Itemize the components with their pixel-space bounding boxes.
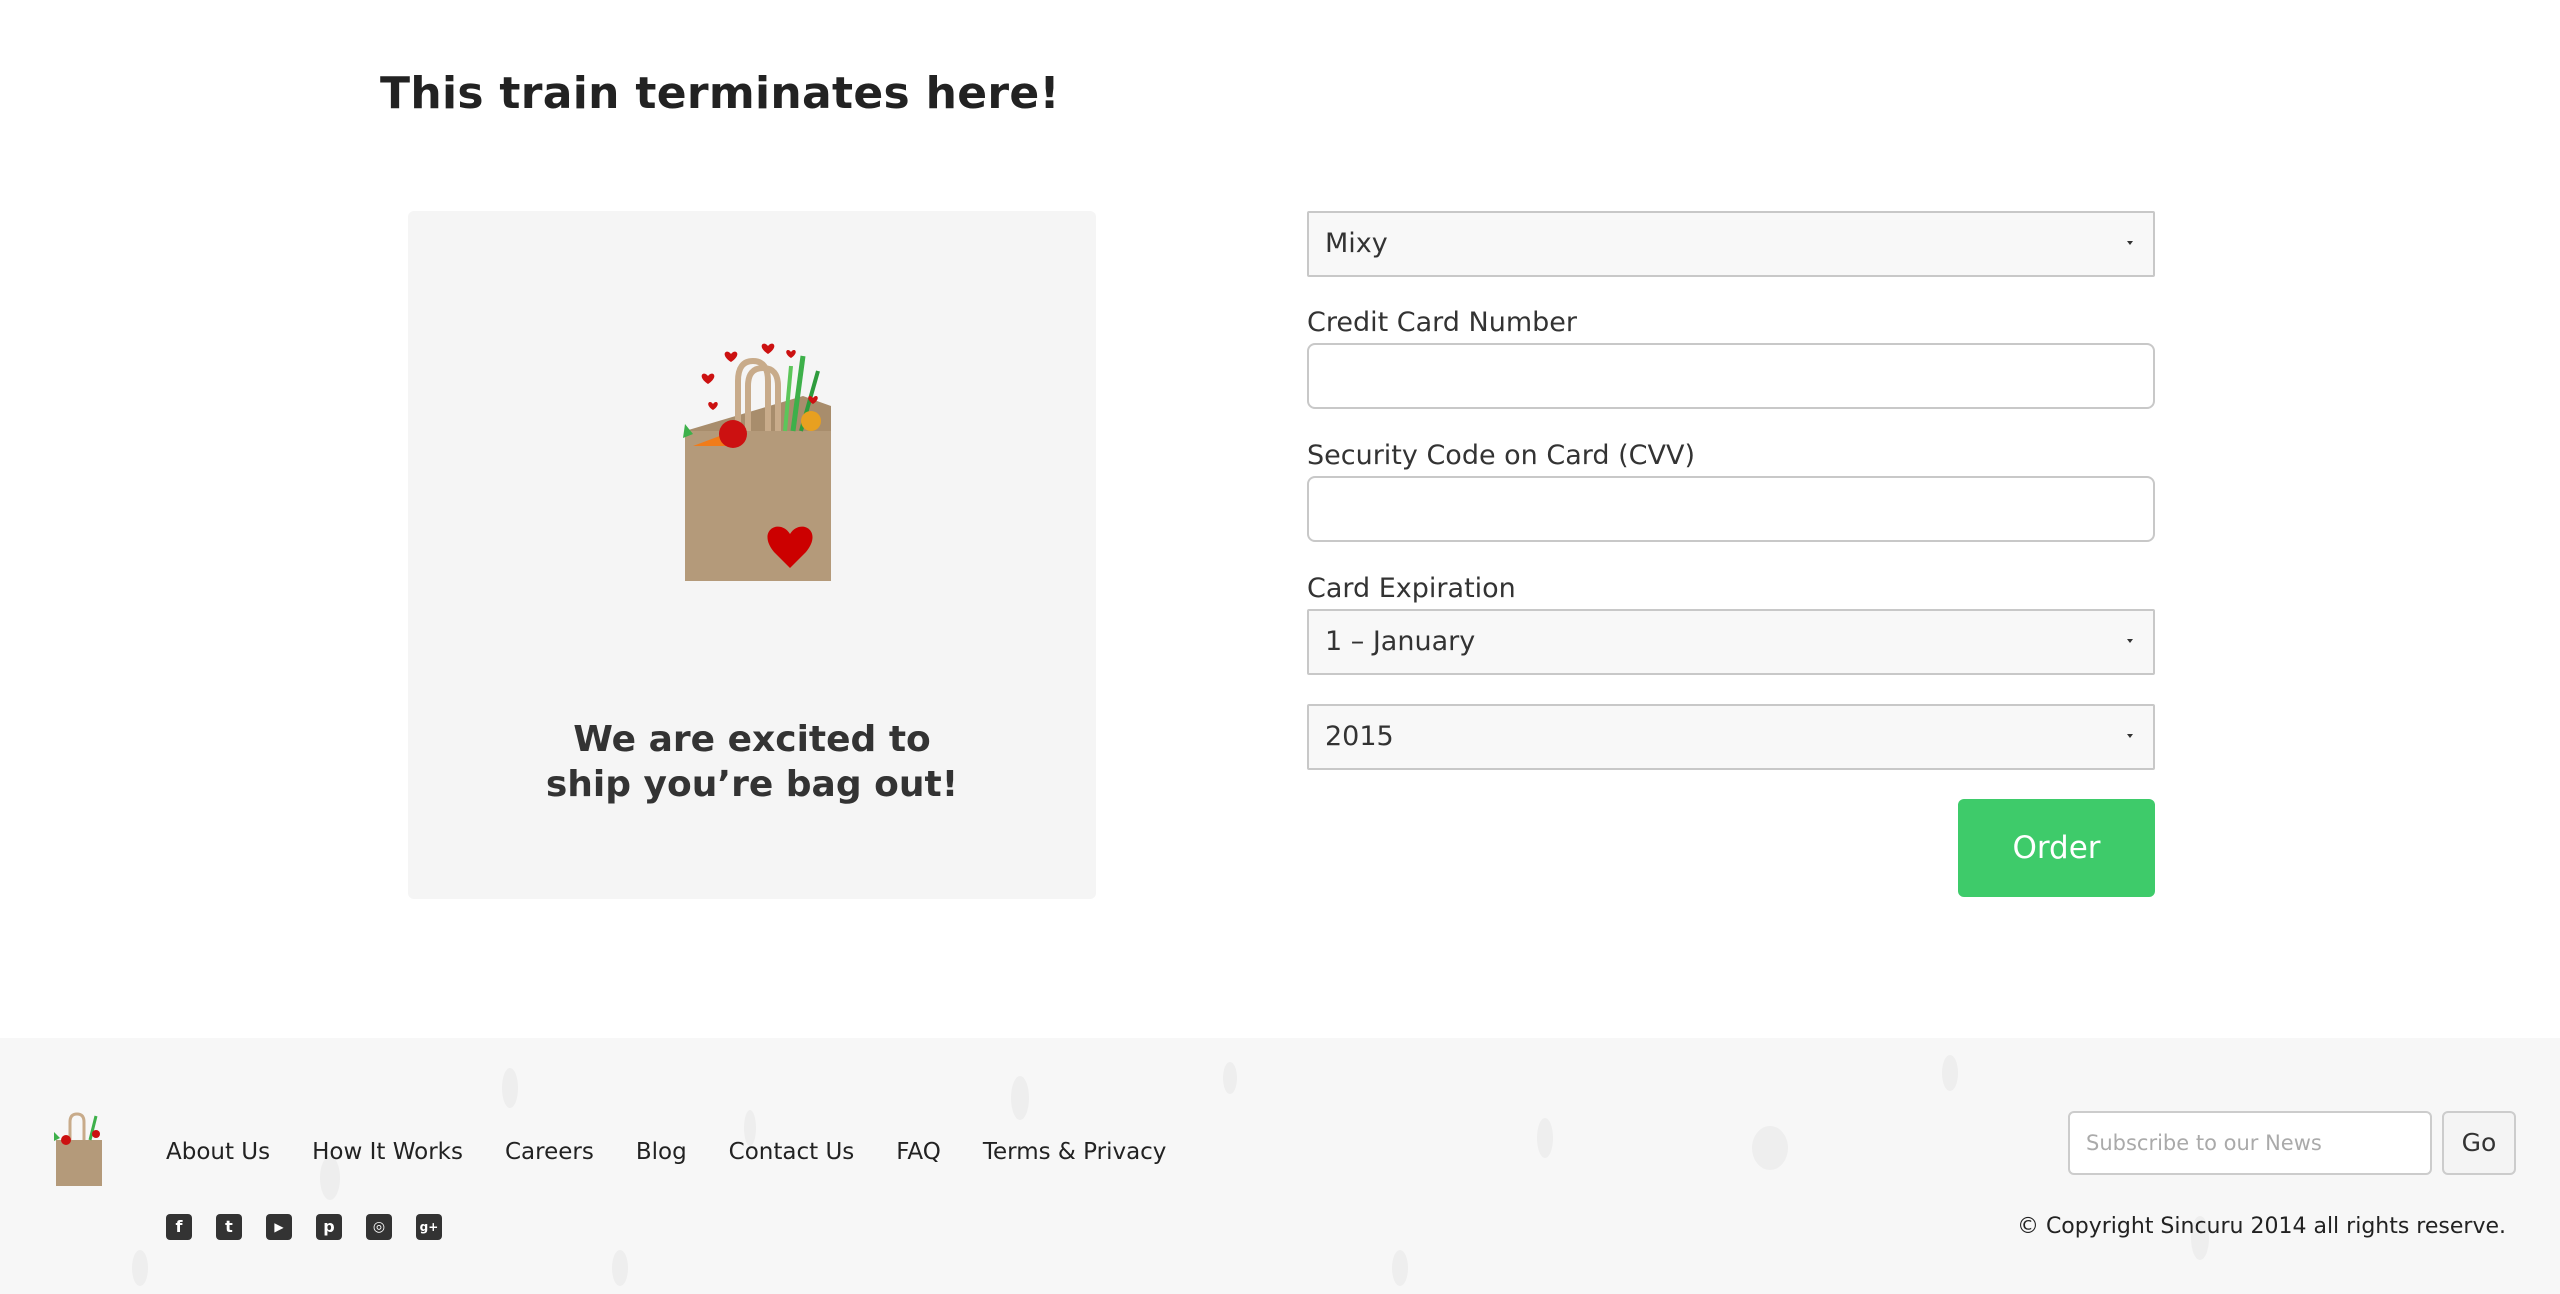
expiration-year-value: 2015 <box>1325 721 1394 752</box>
promo-text-line-2: ship you’re bag out! <box>545 764 959 805</box>
google-plus-icon[interactable]: g+ <box>416 1214 442 1240</box>
footer-link-blog[interactable]: Blog <box>636 1139 687 1165</box>
cvv-label: Security Code on Card (CVV) <box>1307 440 1695 471</box>
sincuru-logo <box>54 1112 102 1186</box>
chevron-down-icon <box>2127 639 2133 643</box>
order-button[interactable]: Order <box>1958 799 2155 897</box>
expiration-month-value: 1 – January <box>1325 626 1476 657</box>
cvv-input[interactable] <box>1307 476 2155 542</box>
youtube-icon[interactable]: ▶ <box>266 1214 292 1240</box>
shopping-bag-illustration <box>683 343 831 581</box>
facebook-icon[interactable]: f <box>166 1214 192 1240</box>
plan-select-value: Mixy <box>1325 228 1388 259</box>
main-content: This train terminates here! We are excit… <box>0 0 2560 1038</box>
twitter-icon[interactable]: t <box>216 1214 242 1240</box>
footer-link-faq[interactable]: FAQ <box>896 1139 941 1165</box>
promo-card: We are excited to ship you’re bag out! <box>408 211 1096 899</box>
footer-link-careers[interactable]: Careers <box>505 1139 594 1165</box>
card-expiration-label: Card Expiration <box>1307 573 1516 604</box>
promo-text-line-1: We are excited to <box>573 719 931 760</box>
card-number-label: Credit Card Number <box>1307 307 1577 338</box>
copyright-text: © Copyright Sincuru 2014 all rights rese… <box>2016 1214 2506 1239</box>
subscribe-input[interactable] <box>2068 1111 2432 1175</box>
subscribe-go-button[interactable]: Go <box>2442 1111 2516 1175</box>
expiration-year-select[interactable]: 2015 <box>1307 704 2155 770</box>
footer-link-terms-privacy[interactable]: Terms & Privacy <box>983 1139 1167 1165</box>
expiration-month-select[interactable]: 1 – January <box>1307 609 2155 675</box>
card-number-input[interactable] <box>1307 343 2155 409</box>
footer-link-about-us[interactable]: About Us <box>166 1139 270 1165</box>
footer: About Us How It Works Careers Blog Conta… <box>0 1038 2560 1294</box>
instagram-icon[interactable]: ◎ <box>366 1214 392 1240</box>
page-title: This train terminates here! <box>380 68 1060 119</box>
pinterest-icon[interactable]: p <box>316 1214 342 1240</box>
footer-link-contact-us[interactable]: Contact Us <box>729 1139 855 1165</box>
footer-nav: About Us How It Works Careers Blog Conta… <box>166 1139 1208 1165</box>
social-links: f t ▶ p ◎ g+ <box>166 1214 466 1240</box>
chevron-down-icon <box>2127 241 2133 245</box>
chevron-down-icon <box>2127 734 2133 738</box>
footer-link-how-it-works[interactable]: How It Works <box>312 1139 463 1165</box>
plan-select[interactable]: Mixy <box>1307 211 2155 277</box>
